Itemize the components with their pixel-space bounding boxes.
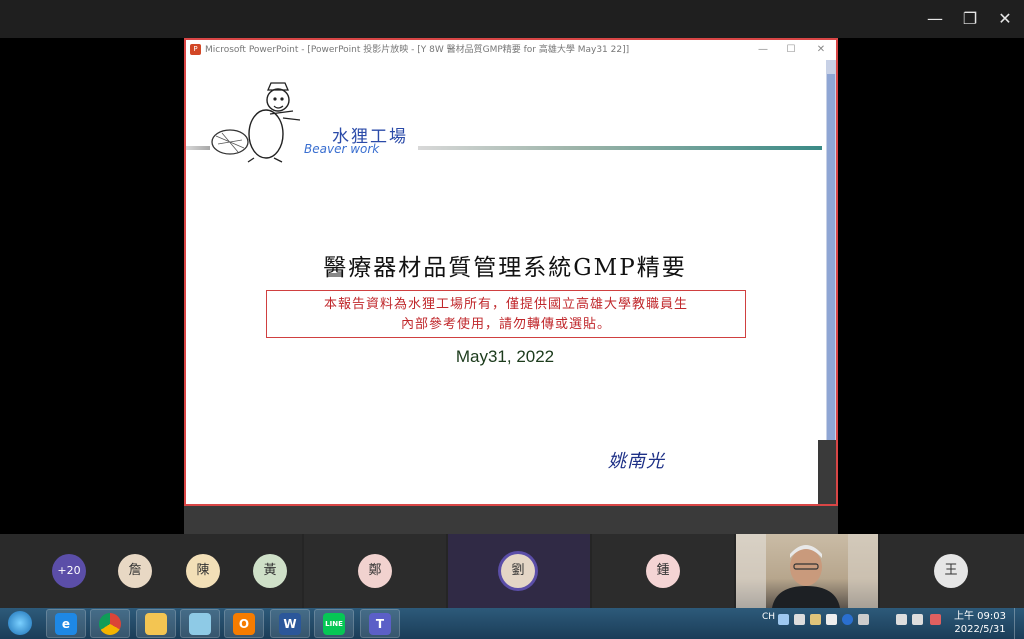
avatar[interactable]: 鄭 [358,554,392,588]
participant-tile[interactable]: 王 [880,534,1024,608]
beaver-logo-icon [211,82,301,163]
folder-icon [145,613,167,635]
participant-tile[interactable]: 鍾 [592,534,734,608]
tray-icon[interactable] [778,614,789,625]
avatar[interactable]: 陳 [186,554,220,588]
ie-icon: e [55,613,77,635]
line-icon: LINE [323,613,345,635]
avatar[interactable]: 王 [934,554,968,588]
ppt-close-button[interactable]: ✕ [810,40,832,60]
tray-icon[interactable] [826,614,837,625]
slide-date: May31, 2022 [455,347,555,366]
windows-start-icon [8,611,32,635]
taskbar-app-ie[interactable]: e [46,609,86,638]
logo-text-en: Beaver work [304,142,380,156]
taskbar-app-teams[interactable]: T [360,609,400,638]
tray-icon[interactable] [810,614,821,625]
accent-line-right [418,146,822,150]
taskbar-app-line[interactable]: LINE [314,609,354,638]
powerpoint-icon: P [190,44,201,55]
notice-box: 本報告資料為水狸工場所有，僅提供國立高雄大學教職員生 內部參考使用，請勿轉傳或選… [266,290,746,338]
ppt-maximize-button[interactable]: ☐ [780,40,802,60]
participant-tile-speaking[interactable]: 劉 [448,534,590,608]
notice-line-2: 內部參考使用，請勿轉傳或選貼。 [400,317,611,332]
slide: 水狸工場 Beaver work 醫療器材品質管理系統GMP精要 本報告資料為水… [186,60,824,504]
taskbar-clock[interactable]: 上午 09:03 2022/5/31 [950,610,1010,636]
volume-icon[interactable] [912,614,923,625]
close-icon[interactable]: ✕ [995,9,1015,29]
person-video-icon [736,534,878,608]
participant-tile[interactable]: 鄭 [304,534,446,608]
participant-video-tile[interactable] [736,534,878,608]
language-indicator[interactable]: CH [762,612,775,622]
taskbar-app-word[interactable]: W [270,609,310,638]
avatar[interactable]: 黃 [253,554,287,588]
notice-line-1: 本報告資料為水狸工場所有，僅提供國立高雄大學教職員生 [323,297,688,312]
taskbar-app-notepad[interactable] [180,609,220,638]
slide-title: 醫療器材品質管理系統GMP精要 [323,255,687,281]
avatar[interactable]: 詹 [118,554,152,588]
taskbar-app-outlook[interactable]: O [224,609,264,638]
ppt-window-shadow [818,440,836,504]
chrome-icon [99,613,121,635]
participant-tile-more[interactable]: +20 詹 陳 黃 [0,534,302,608]
tray-icons[interactable] [778,614,943,628]
accent-line-left [186,146,210,150]
taskbar-app-explorer[interactable] [136,609,176,638]
minimize-icon[interactable]: — [925,9,945,29]
ppt-window-title: Microsoft PowerPoint - [PowerPoint 投影片放映… [205,45,630,55]
clock-date: 2022/5/31 [954,624,1006,635]
powerpoint-window: P Microsoft PowerPoint - [PowerPoint 投影片… [184,38,838,506]
active-speaker-avatar[interactable]: 劉 [501,554,535,588]
ppt-minimize-button[interactable]: — [752,40,774,60]
ppt-titlebar: P Microsoft PowerPoint - [PowerPoint 投影片… [186,40,836,60]
tray-icon[interactable] [858,614,869,625]
avatar[interactable]: 鍾 [646,554,680,588]
help-icon[interactable] [842,614,853,625]
meeting-top-bar: — ❐ ✕ [0,0,1024,38]
outlook-icon: O [233,613,255,635]
taskbar-app-chrome[interactable] [90,609,130,638]
more-participants-badge[interactable]: +20 [52,554,86,588]
teams-icon: T [369,613,391,635]
network-icon[interactable] [896,614,907,625]
restore-icon[interactable]: ❐ [960,9,980,29]
tray-icon[interactable] [794,614,805,625]
notepad-icon [189,613,211,635]
author-name: 姚南光 [608,451,665,472]
show-desktop-button[interactable] [1014,608,1024,639]
word-icon: W [279,613,301,635]
ppt-scroll-thumb[interactable] [827,74,835,440]
notification-icon[interactable] [930,614,941,625]
clock-time: 上午 09:03 [954,611,1006,622]
start-button[interactable] [4,609,36,638]
